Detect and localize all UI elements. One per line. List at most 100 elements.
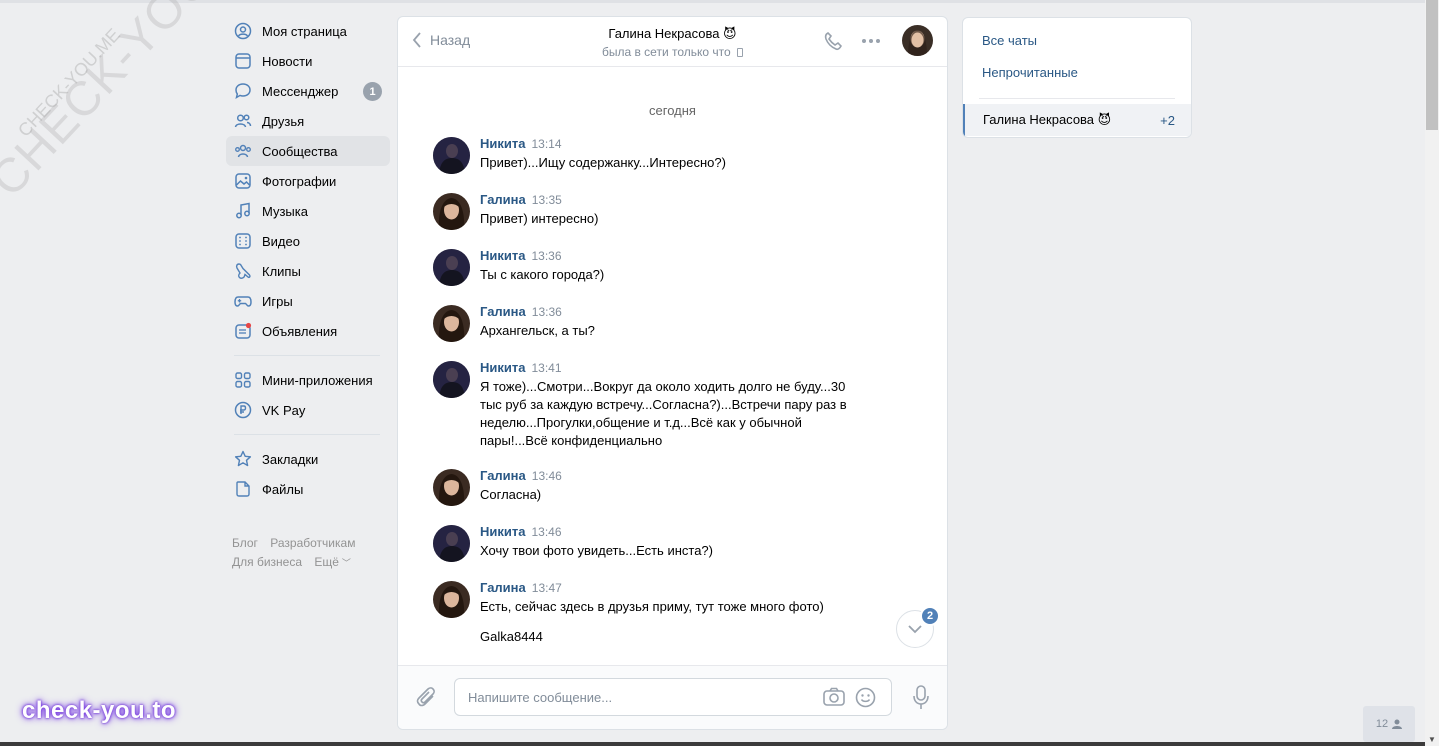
message-input[interactable] <box>455 679 795 715</box>
message-author[interactable]: Галина <box>480 192 526 207</box>
nav-item-music[interactable]: Музыка <box>226 196 390 226</box>
mobile-icon <box>737 48 744 57</box>
avatar[interactable] <box>433 193 470 230</box>
nav-item-video[interactable]: Видео <box>226 226 390 256</box>
footer-link-more-label: Ещё <box>314 555 339 569</box>
message-author[interactable]: Никита <box>480 524 525 539</box>
filter-unread[interactable]: Непрочитанные <box>963 56 1191 88</box>
filter-all-chats[interactable]: Все чаты <box>963 24 1191 56</box>
message-item[interactable]: Никита 13:46 Хочу твои фото увидеть...Есть… <box>398 524 947 562</box>
gamepad-icon <box>234 292 252 310</box>
nav-item-communities[interactable]: Сообщества <box>226 136 390 166</box>
more-icon[interactable] <box>861 33 881 52</box>
scrollbar-thumb[interactable] <box>1426 0 1438 130</box>
avatar[interactable] <box>433 525 470 562</box>
photo-icon <box>234 172 252 190</box>
footer-link-blog[interactable]: Блог <box>232 536 258 550</box>
online-friends-widget[interactable]: 12 <box>1363 706 1415 742</box>
bottom-bar <box>0 742 1425 746</box>
nav-item-label: Закладки <box>262 451 319 467</box>
nav-item-friends[interactable]: Друзья <box>226 106 390 136</box>
file-icon <box>234 480 252 498</box>
message-meta: Никита 13:46 <box>480 524 857 540</box>
news-icon <box>234 52 252 70</box>
attach-icon[interactable] <box>416 685 438 712</box>
avatar[interactable] <box>433 581 470 618</box>
nav-item-label: Файлы <box>262 481 304 497</box>
message-time: 13:36 <box>531 305 562 319</box>
music-icon <box>234 202 252 220</box>
chat-panel: Назад Галина Некрасова 😈 была в сети тол… <box>397 16 948 730</box>
nav-item-apps[interactable]: Мини-приложения <box>226 365 390 395</box>
open-chat-item[interactable]: Галина Некрасова 😈 +2 <box>963 104 1191 136</box>
message-author[interactable]: Никита <box>480 136 525 151</box>
message-author[interactable]: Галина <box>480 304 526 319</box>
message-meta: Галина 13:35 <box>480 192 857 208</box>
message-item[interactable]: Галина 13:36 Архангельск, а ты? <box>398 304 947 342</box>
message-item[interactable]: Никита 13:14 Привет)...Ищу содержанку...Ин… <box>398 136 947 174</box>
footer-link-business[interactable]: Для бизнеса <box>232 555 302 569</box>
message-text: Согласна) <box>480 487 542 502</box>
message-item[interactable]: Галина 13:46 Согласна) <box>398 468 947 506</box>
nav-item-gamepad[interactable]: Игры <box>226 286 390 316</box>
nav-item-label: Мини-приложения <box>262 372 373 388</box>
avatar[interactable] <box>433 469 470 506</box>
nav-item-file[interactable]: Файлы <box>226 474 390 504</box>
nav-item-message[interactable]: Мессенджер 1 <box>226 76 390 106</box>
message-time: 13:35 <box>531 193 562 207</box>
message-author[interactable]: Галина <box>480 580 526 595</box>
nav-item-vkpay[interactable]: VK Pay <box>226 395 390 425</box>
avatar[interactable] <box>433 305 470 342</box>
friends-icon <box>234 112 252 130</box>
page-scrollbar[interactable]: ▼ <box>1425 0 1439 746</box>
scroll-arrow-down-icon[interactable]: ▼ <box>1428 735 1436 744</box>
message-icon <box>234 82 252 100</box>
message-author[interactable]: Никита <box>480 248 525 263</box>
peer-status-text: была в сети только что <box>601 45 731 59</box>
nav-item-star[interactable]: Закладки <box>226 444 390 474</box>
phone-icon[interactable] <box>823 31 843 54</box>
nav-item-label: Игры <box>262 293 293 309</box>
peer-avatar[interactable] <box>902 25 933 56</box>
message-author[interactable]: Галина <box>480 468 526 483</box>
nav-item-label: Новости <box>262 53 313 69</box>
message-text: Ты с какого города?) <box>480 267 605 282</box>
chevron-down-icon: ﹀ <box>341 558 351 568</box>
message-text: Я тоже)...Смотри...Вокруг да около ходит… <box>480 379 847 448</box>
vkpay-icon <box>234 401 252 419</box>
message-author[interactable]: Никита <box>480 360 525 375</box>
nav-badge: 1 <box>363 82 382 101</box>
message-time: 13:47 <box>531 581 562 595</box>
message-input-box <box>454 678 892 716</box>
smile-icon[interactable] <box>855 687 876 711</box>
user-circle-icon <box>234 22 252 40</box>
avatar[interactable] <box>433 137 470 174</box>
nav-item-news[interactable]: Новости <box>226 46 390 76</box>
message-item[interactable]: Галина 13:47 Есть, сейчас здесь в друзья п… <box>398 580 947 646</box>
clips-icon <box>234 262 252 280</box>
message-text: Привет)...Ищу содержанку...Интересно?) <box>480 155 726 170</box>
unread-badge: 2 <box>920 606 940 626</box>
nav-item-label: Фотографии <box>262 173 337 189</box>
ads-icon <box>234 322 252 340</box>
nav-item-clips[interactable]: Клипы <box>226 256 390 286</box>
avatar[interactable] <box>433 361 470 398</box>
message-item[interactable]: Никита 13:36 Ты с какого города?) <box>398 248 947 286</box>
footer-link-more[interactable]: Ещё ﹀ <box>314 555 360 569</box>
message-history[interactable]: сегодня Никита 13:14 Привет)...Ищу содержа… <box>398 68 947 666</box>
watermark-small: CHECK-YOU.ME <box>14 24 125 141</box>
chat-filter-panel: Все чаты Непрочитанные Галина Некрасова … <box>962 17 1192 138</box>
nav-item-user-circle[interactable]: Моя страница <box>226 16 390 46</box>
footer-link-developers[interactable]: Разработчикам <box>270 536 355 550</box>
nav-item-ads[interactable]: Объявления <box>226 316 390 346</box>
avatar[interactable] <box>433 249 470 286</box>
microphone-icon[interactable] <box>912 685 930 714</box>
nav-separator <box>234 355 380 356</box>
message-item[interactable]: Галина 13:35 Привет) интересно) <box>398 192 947 230</box>
camera-icon[interactable] <box>823 687 845 710</box>
nav-item-label: Сообщества <box>262 143 338 159</box>
nav-item-label: VK Pay <box>262 402 306 418</box>
nav-item-photo[interactable]: Фотографии <box>226 166 390 196</box>
watermark-brand: check-you.to <box>22 697 177 724</box>
message-item[interactable]: Никита 13:41 Я тоже)...Смотри...Вокруг да … <box>398 360 947 450</box>
